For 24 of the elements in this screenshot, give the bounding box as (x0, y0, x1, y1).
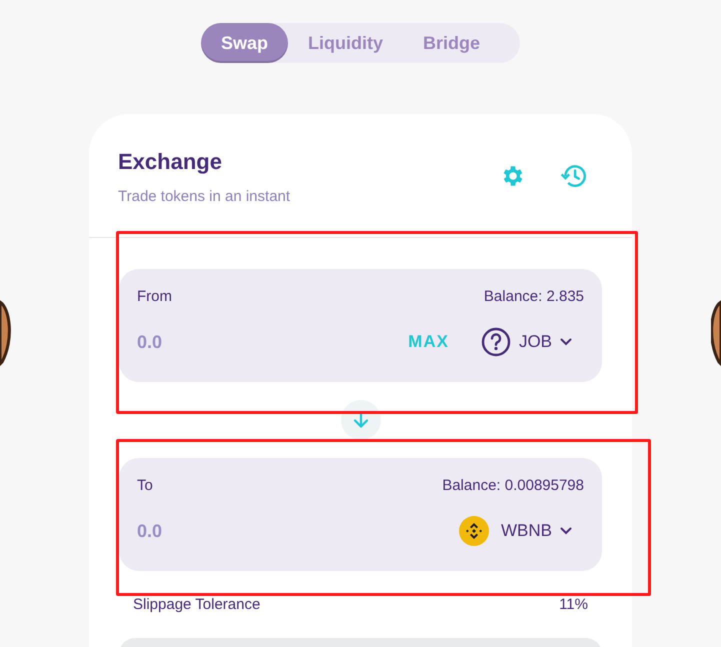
amount-field[interactable]: 0.0 (137, 328, 257, 356)
cookie-drawing (711, 300, 721, 366)
tab[interactable]: Liquidity (288, 23, 403, 63)
card-title: Exchange (118, 148, 223, 176)
chevron-down-icon (560, 338, 572, 346)
coin-icon (459, 516, 489, 546)
max-button[interactable]: MAX (408, 329, 449, 355)
swap-direction-button[interactable] (340, 400, 380, 440)
card-subtitle: Trade tokens in an instant (118, 187, 290, 207)
chevron-down-icon (560, 527, 572, 535)
question-mark-icon (480, 327, 511, 357)
history-icon[interactable] (560, 163, 588, 189)
slippage-value: 11% (559, 595, 588, 615)
tab[interactable]: Bridge (403, 23, 500, 63)
balance-text: Balance: 0.00895798 (442, 476, 584, 496)
amount-field[interactable]: 0.0 (137, 518, 257, 544)
panel-label: To (137, 476, 153, 496)
tab[interactable]: Swap (200, 23, 288, 63)
balance-text: Balance: 2.835 (484, 287, 584, 307)
token-select[interactable]: WBNB (459, 516, 572, 546)
slippage-label: Slippage Tolerance (133, 595, 260, 615)
token-select[interactable]: JOB (480, 327, 572, 357)
panel-label: From (137, 287, 172, 307)
cookie-drawing (0, 300, 12, 366)
